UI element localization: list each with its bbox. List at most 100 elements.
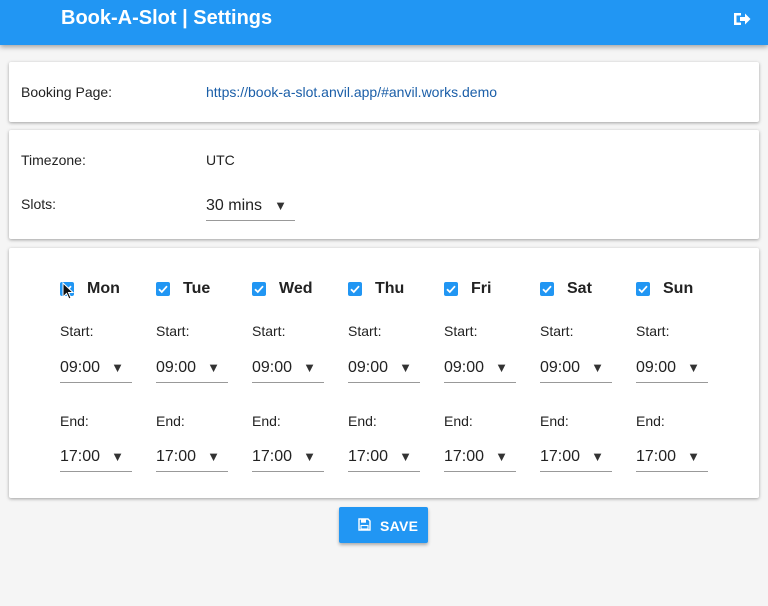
day-column-fri: Fri Start: 09:00 ▼ End: 17:00 ▼ xyxy=(444,248,524,488)
dropdown-arrow-icon: ▼ xyxy=(399,449,412,464)
dropdown-arrow-icon: ▼ xyxy=(207,360,220,375)
day-checkbox[interactable] xyxy=(540,282,554,296)
start-time-dropdown[interactable]: 09:00 ▼ xyxy=(348,354,420,383)
dropdown-arrow-icon: ▼ xyxy=(111,360,124,375)
day-column-tue: Tue Start: 09:00 ▼ End: 17:00 ▼ xyxy=(156,248,236,488)
checkmark-icon xyxy=(350,285,360,294)
start-time-dropdown[interactable]: 09:00 ▼ xyxy=(540,354,612,383)
start-time-value: 09:00 xyxy=(252,359,293,376)
dropdown-arrow-icon: ▼ xyxy=(687,449,700,464)
slots-label: Slots: xyxy=(21,196,57,212)
end-time-dropdown[interactable]: 17:00 ▼ xyxy=(444,443,516,472)
dropdown-arrow-icon: ▼ xyxy=(111,449,124,464)
day-checkbox[interactable] xyxy=(444,282,458,296)
dropdown-arrow-icon: ▼ xyxy=(591,360,604,375)
end-label: End: xyxy=(156,413,185,429)
end-time-dropdown[interactable]: 17:00 ▼ xyxy=(348,443,420,472)
day-checkbox[interactable] xyxy=(60,282,74,296)
checkmark-icon xyxy=(62,285,72,294)
sign-out-icon xyxy=(734,13,751,25)
start-time-dropdown[interactable]: 09:00 ▼ xyxy=(156,354,228,383)
booking-page-label: Booking Page: xyxy=(21,84,113,100)
end-label: End: xyxy=(636,413,665,429)
slots-dropdown-value: 30 mins xyxy=(206,197,263,214)
start-time-dropdown[interactable]: 09:00 ▼ xyxy=(60,354,132,383)
end-time-dropdown[interactable]: 17:00 ▼ xyxy=(540,443,612,472)
start-label: Start: xyxy=(156,323,190,339)
day-checkbox[interactable] xyxy=(252,282,266,296)
day-column-wed: Wed Start: 09:00 ▼ End: 17:00 ▼ xyxy=(252,248,332,488)
timezone-value: UTC xyxy=(206,152,235,168)
start-label: Start: xyxy=(444,323,478,339)
checkmark-icon xyxy=(254,285,264,294)
checkmark-icon xyxy=(158,285,168,294)
start-time-value: 09:00 xyxy=(156,359,197,376)
checkmark-icon xyxy=(638,285,648,294)
end-time-value: 17:00 xyxy=(60,448,101,465)
dropdown-arrow-icon: ▼ xyxy=(274,198,287,213)
dropdown-arrow-icon: ▼ xyxy=(687,360,700,375)
day-checkbox[interactable] xyxy=(348,282,362,296)
checkmark-icon xyxy=(446,285,456,294)
booking-card: Booking Page: https://book-a-slot.anvil.… xyxy=(9,62,759,122)
end-time-value: 17:00 xyxy=(156,448,197,465)
slots-dropdown[interactable]: 30 mins ▼ xyxy=(206,192,295,221)
checkmark-icon xyxy=(542,285,552,294)
start-time-dropdown[interactable]: 09:00 ▼ xyxy=(444,354,516,383)
end-time-dropdown[interactable]: 17:00 ▼ xyxy=(156,443,228,472)
dropdown-arrow-icon: ▼ xyxy=(207,449,220,464)
start-label: Start: xyxy=(540,323,574,339)
start-time-dropdown[interactable]: 09:00 ▼ xyxy=(252,354,324,383)
start-time-value: 09:00 xyxy=(540,359,581,376)
day-checkbox[interactable] xyxy=(156,282,170,296)
booking-page-link[interactable]: https://book-a-slot.anvil.app/#anvil.wor… xyxy=(206,84,497,100)
dropdown-arrow-icon: ▼ xyxy=(303,360,316,375)
dropdown-arrow-icon: ▼ xyxy=(495,360,508,375)
end-label: End: xyxy=(540,413,569,429)
day-column-sat: Sat Start: 09:00 ▼ End: 17:00 ▼ xyxy=(540,248,620,488)
end-label: End: xyxy=(60,413,89,429)
start-label: Start: xyxy=(252,323,286,339)
floppy-disk-icon xyxy=(358,518,371,531)
schedule-card: Mon Start: 09:00 ▼ End: 17:00 ▼ Tue Start: 09:00 ▼… xyxy=(9,248,759,498)
day-column-thu: Thu Start: 09:00 ▼ End: 17:00 ▼ xyxy=(348,248,428,488)
logout-button[interactable] xyxy=(732,9,752,29)
start-label: Start: xyxy=(348,323,382,339)
dropdown-arrow-icon: ▼ xyxy=(495,449,508,464)
end-time-dropdown[interactable]: 17:00 ▼ xyxy=(636,443,708,472)
day-label: Sat xyxy=(567,280,592,297)
dropdown-arrow-icon: ▼ xyxy=(303,449,316,464)
end-time-value: 17:00 xyxy=(540,448,581,465)
end-label: End: xyxy=(348,413,377,429)
end-label: End: xyxy=(444,413,473,429)
start-time-value: 09:00 xyxy=(636,359,677,376)
start-time-dropdown[interactable]: 09:00 ▼ xyxy=(636,354,708,383)
start-label: Start: xyxy=(636,323,670,339)
day-label: Mon xyxy=(87,280,120,297)
app-title: Book-A-Slot | Settings xyxy=(61,7,273,29)
day-checkbox[interactable] xyxy=(636,282,650,296)
start-time-value: 09:00 xyxy=(60,359,101,376)
day-column-sun: Sun Start: 09:00 ▼ End: 17:00 ▼ xyxy=(636,248,716,488)
app-bar: Book-A-Slot | Settings xyxy=(0,0,768,45)
save-button[interactable]: SAVE xyxy=(339,507,428,543)
end-time-dropdown[interactable]: 17:00 ▼ xyxy=(60,443,132,472)
end-label: End: xyxy=(252,413,281,429)
save-button-label: SAVE xyxy=(380,518,419,534)
day-label: Tue xyxy=(183,280,211,297)
end-time-dropdown[interactable]: 17:00 ▼ xyxy=(252,443,324,472)
day-label: Sun xyxy=(663,280,694,297)
timezone-label: Timezone: xyxy=(21,152,86,168)
settings-card: Timezone: UTC Slots: 30 mins ▼ xyxy=(9,130,759,239)
end-time-value: 17:00 xyxy=(636,448,677,465)
day-column-mon: Mon Start: 09:00 ▼ End: 17:00 ▼ xyxy=(60,248,140,488)
end-time-value: 17:00 xyxy=(348,448,389,465)
start-time-value: 09:00 xyxy=(444,359,485,376)
start-label: Start: xyxy=(60,323,94,339)
end-time-value: 17:00 xyxy=(252,448,293,465)
end-time-value: 17:00 xyxy=(444,448,485,465)
day-label: Wed xyxy=(279,280,313,297)
dropdown-arrow-icon: ▼ xyxy=(399,360,412,375)
day-label: Fri xyxy=(471,280,492,297)
dropdown-arrow-icon: ▼ xyxy=(591,449,604,464)
